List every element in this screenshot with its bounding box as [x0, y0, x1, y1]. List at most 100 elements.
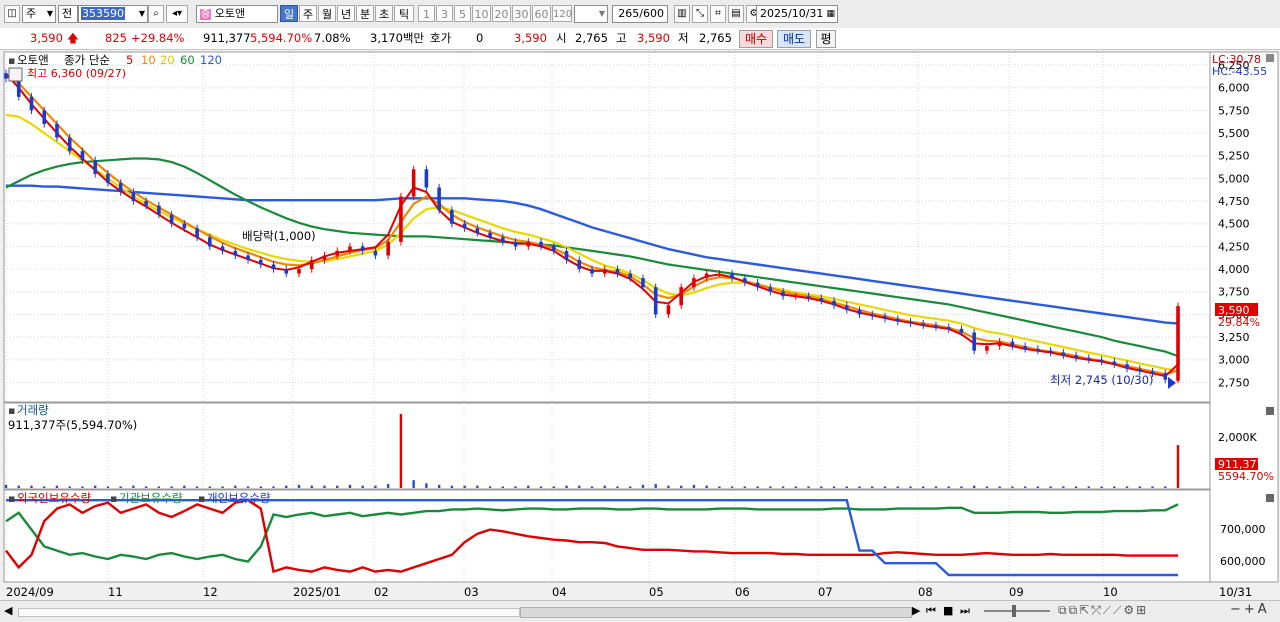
volume-bar: [425, 483, 428, 488]
candle-body: [360, 246, 365, 251]
x-axis-labels: 2024/09 11 12 2025/01 02 03 04 05 06 07 08 09 10 10/3…: [6, 585, 1252, 599]
num-button-30[interactable]: 30: [512, 5, 531, 22]
candle-body: [704, 273, 709, 279]
save-icon[interactable]: ▤: [728, 5, 744, 23]
holder-bullet-3: ▪: [198, 492, 205, 505]
num-button-1[interactable]: 1: [418, 5, 435, 22]
volume-panel-close-icon[interactable]: [1266, 407, 1274, 415]
date-value: 2025/10/31: [760, 7, 824, 20]
stop-icon[interactable]: ■: [943, 604, 953, 617]
last-page-icon[interactable]: ⏭: [960, 604, 970, 618]
custom-period-input[interactable]: ▼: [574, 5, 608, 23]
candle-body: [271, 264, 276, 270]
volume-bar: [323, 485, 326, 488]
buy-button[interactable]: 매수: [739, 30, 773, 48]
chevron-down-icon: ▼: [598, 9, 605, 18]
zoom-slider-handle[interactable]: [1012, 605, 1016, 617]
volume-bar: [310, 485, 313, 488]
candle-body: [755, 282, 760, 288]
legend-ma10: 10: [141, 53, 156, 67]
volume-bar: [641, 484, 645, 488]
candle-body: [93, 160, 97, 174]
num-button-120[interactable]: 120: [552, 5, 572, 22]
first-page-icon[interactable]: ⏮: [926, 604, 936, 618]
x-tick-label: 02: [374, 585, 389, 599]
candle-icon[interactable]: ▥: [674, 5, 690, 23]
candle-body: [144, 201, 148, 206]
holder-axis-700k: 700,000: [1220, 523, 1266, 536]
num-button-5[interactable]: 5: [454, 5, 471, 22]
candle-body: [1087, 357, 1091, 360]
calendar-icon[interactable]: [8, 67, 23, 82]
indicator-icon[interactable]: ⌗: [710, 5, 726, 23]
period-second-button[interactable]: 초: [375, 5, 393, 22]
balance-button[interactable]: 평: [816, 30, 836, 48]
candle-body: [220, 246, 225, 251]
period-week-button[interactable]: 주: [299, 5, 317, 22]
candle-body: [653, 287, 658, 315]
candle-body: [233, 250, 238, 256]
candle-body: [29, 96, 34, 111]
candle-body: [246, 255, 250, 260]
num-button-20[interactable]: 20: [492, 5, 511, 22]
chart-tools-icons[interactable]: ⧉⧉⇱⤱⟋⟋⚙⊞: [1058, 603, 1148, 618]
volume-bar: [30, 485, 33, 488]
period-day-button[interactable]: 일: [280, 5, 298, 22]
speaker-icon[interactable]: ◂▾: [166, 5, 188, 23]
count-input[interactable]: 265/600: [612, 5, 668, 23]
period-minute-button[interactable]: 분: [356, 5, 374, 22]
candle-body: [1099, 359, 1104, 362]
zoom-slider[interactable]: [984, 610, 1050, 612]
num-button-60[interactable]: 60: [532, 5, 551, 22]
period-select[interactable]: 주 ▼: [22, 5, 56, 23]
stock-code-input[interactable]: 353590 ▼: [78, 5, 148, 23]
candle-body: [118, 182, 123, 192]
candle-body: [615, 269, 620, 274]
volume-bar: [285, 485, 288, 488]
period-tick-button[interactable]: 틱: [394, 5, 414, 22]
volume-bar: [399, 413, 403, 488]
y-tick-label: 3,000: [1218, 354, 1250, 367]
sell-button[interactable]: 매도: [777, 30, 811, 48]
x-tick-label: 07: [818, 585, 833, 599]
period-month-button[interactable]: 월: [318, 5, 336, 22]
legend-bullet: ▪: [8, 54, 15, 67]
period-year-button[interactable]: 년: [337, 5, 355, 22]
scroll-right-icon[interactable]: ▶: [912, 604, 920, 617]
volume-bar: [1125, 486, 1129, 488]
holder-label-foreign: 외국인보유수량: [17, 491, 91, 505]
search-icon[interactable]: ⌕: [148, 5, 164, 23]
chart-canvas[interactable]: 6,2506,0005,7505,5005,2505,0004,7504,500…: [0, 50, 1280, 600]
volume-bar: [769, 486, 772, 488]
volume-bar: [565, 485, 568, 488]
candle-body: [67, 137, 72, 152]
num-button-3[interactable]: 3: [436, 5, 453, 22]
holder-axis-600k: 600,000: [1220, 555, 1266, 568]
scrollbar-track[interactable]: [18, 608, 520, 617]
draw-tool-icon[interactable]: ⤡: [692, 5, 708, 23]
price-panel-close-icon[interactable]: [1266, 54, 1274, 62]
scroll-left-icon[interactable]: ◀: [4, 604, 12, 617]
volume-bar: [336, 485, 339, 488]
prev-select[interactable]: 전: [58, 5, 78, 23]
volume-bar: [157, 486, 161, 488]
holder-panel-close-icon[interactable]: [1266, 494, 1274, 502]
date-input[interactable]: 2025/10/31 ▦: [756, 5, 838, 23]
y-tick-label: 5,500: [1218, 127, 1250, 140]
scrollbar-thumb[interactable]: [520, 607, 912, 618]
zoom-controls-icon[interactable]: −+A: [1230, 602, 1270, 617]
x-tick-label: 03: [464, 585, 479, 599]
layout-icon[interactable]: ◫: [4, 5, 20, 23]
volume-bar: [654, 484, 657, 488]
num-button-10[interactable]: 10: [472, 5, 491, 22]
count-value: 265: [618, 7, 640, 20]
candle-body: [411, 169, 416, 197]
hc-label: HC:-43.55: [1212, 65, 1267, 78]
candle-body: [590, 269, 594, 274]
volume-bar: [1151, 486, 1154, 488]
stock-name-field: 증 오토앤: [196, 5, 278, 23]
volume-bar: [463, 485, 466, 488]
volume-bar: [552, 486, 555, 488]
candle-body: [1112, 361, 1117, 365]
candle-body: [577, 260, 582, 270]
